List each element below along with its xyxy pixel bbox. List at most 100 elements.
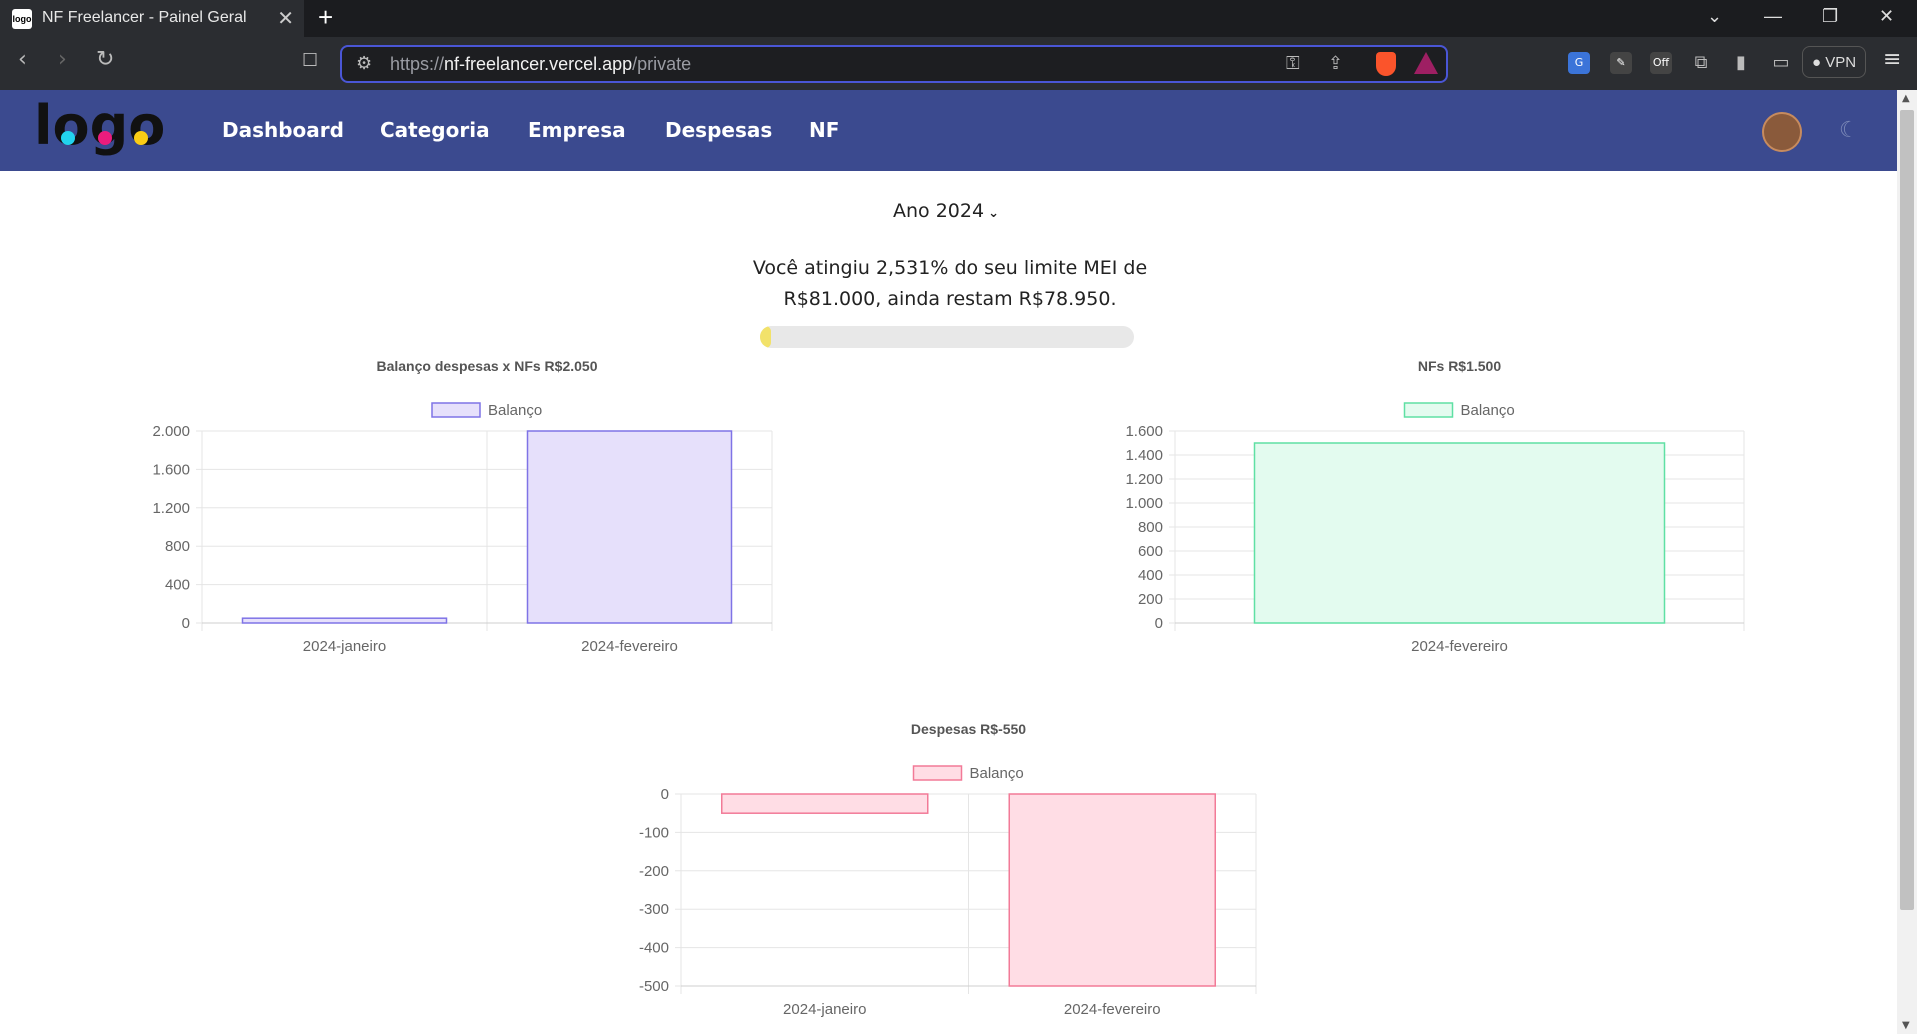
scrollbar-thumb[interactable]	[1900, 110, 1914, 910]
url-text[interactable]: https://nf-freelancer.vercel.app/private	[390, 54, 691, 75]
y-tick-label: 0	[661, 786, 669, 803]
forward-icon[interactable]: ›	[58, 47, 67, 72]
wallet-icon[interactable]: ▭	[1770, 52, 1792, 74]
brave-rewards-icon[interactable]	[1414, 52, 1438, 74]
x-tick-label: 2024-fevereiro	[1064, 1001, 1161, 1018]
mei-limit-progress-bar	[760, 326, 1134, 348]
extension-dropper-icon[interactable]: ✎	[1610, 52, 1632, 74]
browser-toolbar: ‹ › ↻ ☐ ⚙ https://nf-freelancer.vercel.a…	[0, 37, 1917, 90]
y-tick-label: -300	[639, 901, 669, 918]
browser-tab-strip: logo NF Freelancer - Painel Geral ✕ + ⌄ …	[0, 0, 1917, 37]
extensions-puzzle-icon[interactable]: ⧉	[1690, 52, 1712, 74]
bar	[1253, 442, 1666, 624]
y-tick-label: 2.000	[152, 423, 190, 440]
svg-text:logo: logo	[34, 98, 164, 157]
site-settings-icon[interactable]: ⚙	[356, 53, 372, 74]
vpn-button[interactable]: ● VPN	[1802, 46, 1866, 78]
nav-empresa[interactable]: Empresa	[528, 118, 626, 142]
scroll-down-icon[interactable]: ▼	[1902, 1020, 1910, 1031]
y-tick-label: 1.400	[1125, 447, 1163, 464]
x-tick-label: 2024-janeiro	[303, 638, 386, 655]
nav-despesas[interactable]: Despesas	[665, 118, 772, 142]
x-tick-label: 2024-fevereiro	[581, 638, 678, 655]
y-tick-label: 1.000	[1125, 495, 1163, 512]
y-tick-label: 800	[165, 538, 190, 555]
close-window-icon[interactable]: ✕	[1879, 6, 1894, 27]
nav-categoria[interactable]: Categoria	[380, 118, 490, 142]
logo-dot-cyan	[61, 131, 75, 145]
avatar[interactable]	[1762, 112, 1802, 152]
chart-svg: NFs R$1.500 Balanço 1.600 1.400 1.200 1.000 80…	[1125, 358, 1745, 655]
minimize-icon[interactable]: —	[1764, 6, 1782, 27]
mei-limit-line2: R$81.000, ainda restam R$78.950.	[783, 288, 1117, 310]
tab-title: NF Freelancer - Painel Geral	[42, 9, 247, 26]
bookmark-icon[interactable]: ☐	[302, 50, 318, 71]
chart-svg: Balanço despesas x NFs R$2.050 Balanço 2.0…	[152, 358, 773, 655]
chart-despesas: Despesas R$-550 Balanço 0 -100 -200 -300 -400 -…	[628, 718, 1268, 1023]
y-tick-label: 0	[1155, 615, 1163, 632]
browser-tab[interactable]: logo NF Freelancer - Painel Geral ✕	[0, 0, 304, 37]
logo-dot-yellow	[134, 131, 148, 145]
chart-title: NFs R$1.500	[1418, 358, 1501, 374]
tab-search-icon[interactable]: ⌄	[1707, 6, 1722, 27]
legend-label: Balanço	[1461, 402, 1515, 419]
restore-icon[interactable]: ❐	[1822, 6, 1838, 27]
legend-label: Balanço	[488, 402, 542, 419]
y-tick-label: 400	[1138, 567, 1163, 584]
y-tick-label: 600	[1138, 543, 1163, 560]
scroll-up-icon[interactable]: ▲	[1902, 93, 1910, 104]
y-tick-label: 1.200	[1125, 471, 1163, 488]
y-tick-label: -500	[639, 978, 669, 995]
mei-limit-text: Você atingiu 2,531% do seu limite MEI de…	[740, 253, 1160, 315]
x-tick-label: 2024-fevereiro	[1411, 638, 1508, 655]
y-tick-label: 1.200	[152, 500, 190, 517]
sidebar-icon[interactable]: ▮	[1730, 52, 1752, 74]
back-icon[interactable]: ‹	[18, 47, 27, 72]
y-tick-label: -200	[639, 863, 669, 880]
brave-shield-icon[interactable]	[1376, 52, 1396, 76]
bar	[721, 793, 929, 814]
extension-off-icon[interactable]: Off	[1650, 52, 1672, 74]
bar	[1008, 793, 1216, 987]
legend-swatch	[1403, 402, 1454, 418]
app-navbar: logo Dashboard Categoria Empresa Despesa…	[0, 90, 1897, 171]
chart-title: Balanço despesas x NFs R$2.050	[376, 358, 597, 374]
y-tick-label: -100	[639, 824, 669, 841]
new-tab-icon[interactable]: +	[318, 2, 333, 33]
progress-fill	[760, 326, 772, 348]
mei-limit-line1: Você atingiu 2,531% do seu limite MEI de	[752, 257, 1148, 279]
y-tick-label: 400	[165, 577, 190, 594]
close-tab-icon[interactable]: ✕	[277, 6, 294, 31]
logo-dot-pink	[98, 131, 112, 145]
dark-mode-moon-icon[interactable]: ☾	[1839, 118, 1859, 143]
translate-icon[interactable]: G	[1568, 52, 1590, 74]
bar	[241, 617, 448, 624]
y-tick-label: 200	[1138, 591, 1163, 608]
logo[interactable]: logo	[34, 98, 164, 162]
reload-icon[interactable]: ↻	[96, 47, 114, 72]
chart-title: Despesas R$-550	[911, 721, 1026, 737]
nav-nf[interactable]: NF	[809, 118, 839, 142]
legend-swatch	[912, 765, 963, 781]
y-tick-label: 1.600	[1125, 423, 1163, 440]
nav-dashboard[interactable]: Dashboard	[222, 118, 344, 142]
chart-svg: Despesas R$-550 Balanço 0 -100 -200 -300 -400 -…	[639, 721, 1257, 1018]
year-selector[interactable]: Ano 2024 ⌄	[893, 200, 999, 222]
legend-swatch	[431, 402, 481, 418]
bar	[526, 430, 733, 624]
chart-nfs: NFs R$1.500 Balanço 1.600 1.400 1.200 1.000 80…	[1116, 355, 1756, 660]
key-icon[interactable]: ⚿	[1286, 53, 1300, 74]
y-tick-label: 0	[182, 615, 190, 632]
chart-balanco: Balanço despesas x NFs R$2.050 Balanço 2.0…	[140, 355, 780, 660]
y-tick-label: -400	[639, 940, 669, 957]
favicon-icon: logo	[12, 9, 32, 29]
menu-icon[interactable]: ≡	[1883, 47, 1901, 72]
scrollbar[interactable]: ▲ ▼	[1897, 90, 1917, 1034]
y-tick-label: 800	[1138, 519, 1163, 536]
chevron-down-icon: ⌄	[988, 206, 999, 221]
address-bar[interactable]: ⚙ https://nf-freelancer.vercel.app/priva…	[340, 45, 1448, 83]
year-label: Ano 2024	[893, 200, 985, 222]
share-icon[interactable]: ⇪	[1328, 53, 1343, 74]
y-tick-label: 1.600	[152, 461, 190, 478]
x-tick-label: 2024-janeiro	[783, 1001, 866, 1018]
